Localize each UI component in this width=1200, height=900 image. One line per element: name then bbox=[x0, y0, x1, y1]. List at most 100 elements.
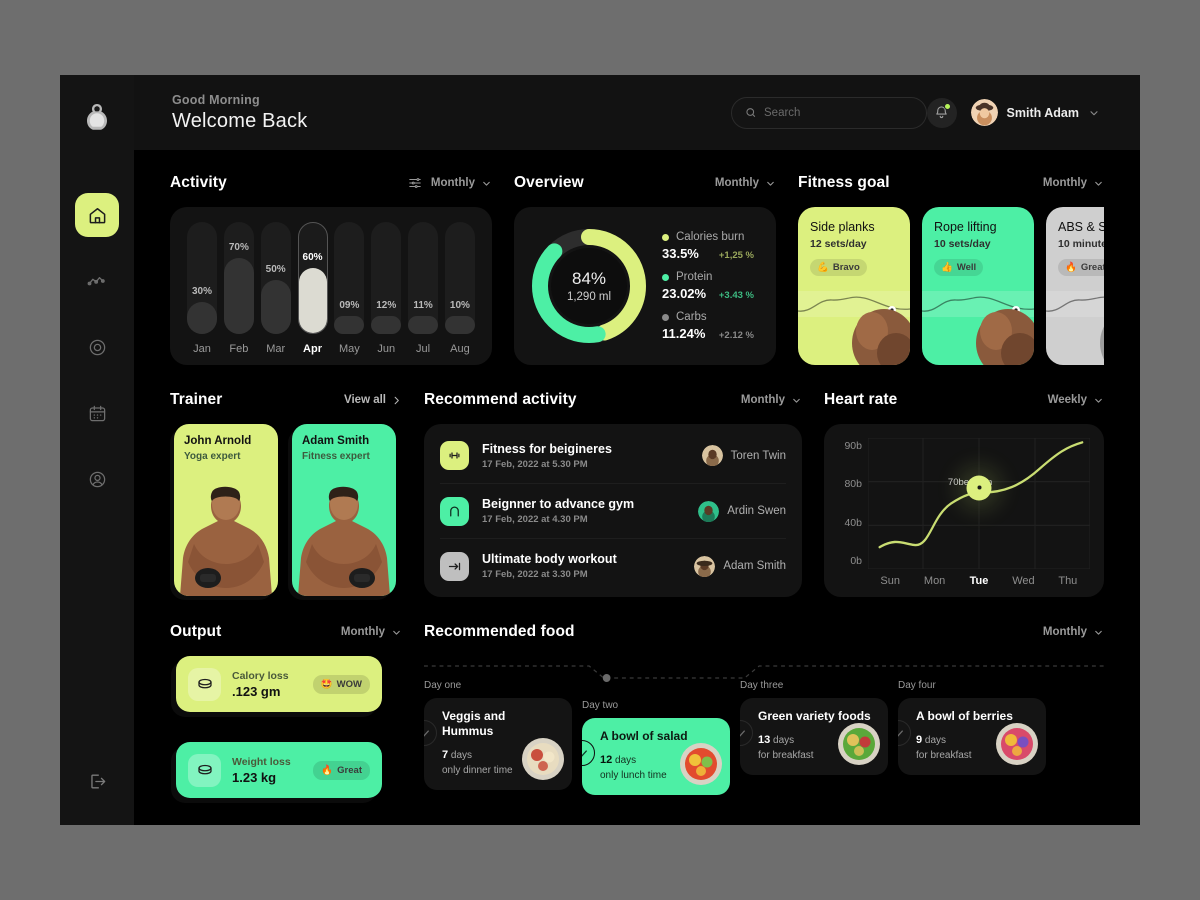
fitness-goal-card[interactable]: ABS & Stre 10 minutes/ 🔥Great bbox=[1046, 207, 1104, 365]
overview-donut-chart: 84% 1,290 ml bbox=[530, 227, 648, 345]
fire-icon: 🔥 bbox=[321, 764, 334, 776]
search-input[interactable] bbox=[764, 106, 913, 119]
activity-bar-track: 11% bbox=[408, 222, 439, 334]
sidebar-item-calendar[interactable] bbox=[75, 391, 119, 435]
food-card[interactable]: Green variety foods 13 days for breakfast bbox=[740, 698, 888, 776]
flexed-biceps-icon: 💪 bbox=[817, 262, 829, 273]
food-check-icon[interactable] bbox=[424, 720, 437, 746]
heart-rate-y-tick: 0b bbox=[850, 554, 862, 567]
food-check-icon[interactable] bbox=[898, 720, 911, 746]
activity-chart: 30% Jan 70% Feb 50% Mar 60% Apr 09% May 12% Jun 11% J… bbox=[170, 207, 492, 365]
legend-value: 33.5% bbox=[662, 246, 699, 261]
activity-title: Activity bbox=[170, 174, 227, 191]
output-card[interactable]: Calory loss .123 gm 🤩 WOW bbox=[176, 656, 382, 712]
user-menu[interactable]: Smith Adam bbox=[970, 99, 1100, 126]
activity-bar-track: 30% bbox=[187, 222, 217, 334]
greeting-small: Good Morning bbox=[172, 92, 260, 107]
goal-sets: 10 sets/day bbox=[934, 238, 991, 250]
trainer-name: John Arnold bbox=[184, 435, 252, 447]
food-column: Day four A bowl of berries 9 days for break… bbox=[898, 680, 1046, 776]
overview-period-selector[interactable]: Monthly bbox=[715, 177, 776, 189]
fitness-goal-card[interactable]: Rope lifting 10 sets/day 👍 Well bbox=[922, 207, 1034, 365]
chevron-down-icon bbox=[767, 181, 774, 186]
activity-bar-column[interactable]: 12% Jun bbox=[368, 222, 404, 355]
sidebar-item-activity[interactable] bbox=[75, 259, 119, 303]
recommend-activity-list: Fitness for beigineres 17 Feb, 2022 at 5.… bbox=[424, 424, 802, 597]
recommend-row-date: 17 Feb, 2022 at 5.30 PM bbox=[482, 458, 588, 470]
food-card[interactable]: A bowl of salad 12 days only lunch time bbox=[582, 718, 730, 796]
activity-bar-fill: 09% bbox=[334, 300, 365, 334]
activity-bar-value: 11% bbox=[413, 300, 433, 311]
output-card[interactable]: Weight loss 1.23 kg 🔥 Great bbox=[176, 742, 382, 798]
burger-icon bbox=[188, 667, 221, 701]
food-column: Day two A bowl of salad 12 days only lunch … bbox=[582, 700, 730, 796]
main-content: Activity Monthly 30% Jan 70% Feb 50% Mar… bbox=[134, 150, 1140, 825]
activity-bar-column[interactable]: 60% Apr bbox=[295, 222, 331, 355]
food-check-icon[interactable] bbox=[582, 740, 595, 766]
thumbs-up-icon: 👍 bbox=[941, 262, 953, 273]
avatar bbox=[970, 99, 998, 126]
activity-bar-track: 10% bbox=[444, 222, 475, 334]
output-name: Weight loss bbox=[232, 755, 291, 768]
donut-center: 84% 1,290 ml bbox=[551, 248, 627, 324]
output-value: 1.23 kg bbox=[232, 769, 277, 785]
heart-rate-title: Heart rate bbox=[824, 391, 898, 408]
overview-legend-item: Protein 23.02% +3.43 % bbox=[662, 271, 760, 301]
trainer-view-all[interactable]: View all bbox=[344, 394, 402, 406]
fitness-goal-card[interactable]: Side planks 12 sets/day 💪 Bravo bbox=[798, 207, 910, 365]
activity-bar-fill: 60% bbox=[298, 252, 327, 333]
bell-icon[interactable] bbox=[926, 97, 957, 128]
food-day-label: Day three bbox=[740, 680, 784, 691]
recommend-period-label: Monthly bbox=[740, 394, 785, 406]
activity-bar-column[interactable]: 10% Aug bbox=[442, 222, 478, 355]
output-period-selector[interactable]: Monthly bbox=[341, 626, 402, 638]
arrow-target-icon bbox=[440, 551, 469, 581]
activity-bar-column[interactable]: 11% Jul bbox=[405, 222, 441, 355]
activity-bar-column[interactable]: 70% Feb bbox=[221, 222, 257, 355]
recommend-activity-row[interactable]: Fitness for beigineres 17 Feb, 2022 at 5.… bbox=[440, 428, 786, 483]
heart-rate-y-tick: 80b bbox=[844, 478, 862, 491]
goal-name: ABS & Stre bbox=[1058, 220, 1104, 234]
activity-bar-column[interactable]: 30% Jan bbox=[184, 222, 220, 355]
sidebar-item-goals[interactable] bbox=[75, 325, 119, 369]
legend-name: Protein bbox=[676, 271, 713, 283]
overview-section: Overview Monthly 84% 1,290 ml Calories b… bbox=[514, 172, 776, 365]
trainer-role: Fitness expert bbox=[302, 451, 370, 462]
activity-bar-track: 60% bbox=[297, 222, 328, 334]
food-check-icon[interactable] bbox=[740, 720, 753, 746]
sliders-icon[interactable] bbox=[408, 176, 422, 190]
fitness-goal-period-selector[interactable]: Monthly bbox=[1043, 177, 1104, 189]
trainer-card[interactable]: Adam Smith Fitness expert bbox=[292, 424, 396, 596]
search-bar[interactable] bbox=[730, 96, 927, 129]
heart-rate-x-tick: Sun bbox=[880, 575, 900, 587]
legend-delta: +1,25 % bbox=[718, 250, 754, 261]
activity-bar-column[interactable]: 50% Mar bbox=[258, 222, 294, 355]
activity-bar-track: 50% bbox=[260, 222, 291, 334]
recommend-activity-row[interactable]: Beignner to advance gym 17 Feb, 2022 at 4… bbox=[440, 483, 786, 538]
food-card[interactable]: A bowl of berries 9 days for breakfast bbox=[898, 698, 1046, 776]
activity-bar-column[interactable]: 09% May bbox=[331, 222, 367, 355]
heart-rate-period-selector[interactable]: Weekly bbox=[1048, 394, 1104, 406]
heart-rate-x-tick: Tue bbox=[969, 575, 989, 587]
logout-icon[interactable] bbox=[75, 759, 119, 803]
trainer-card[interactable]: John Arnold Yoga expert bbox=[174, 424, 278, 596]
view-all-label: View all bbox=[344, 394, 386, 406]
sidebar-item-profile[interactable] bbox=[75, 457, 119, 501]
recommend-activity-row[interactable]: Ultimate body workout 17 Feb, 2022 at 3.3… bbox=[440, 538, 786, 593]
food-name: Veggis and Hummus bbox=[442, 709, 506, 738]
activity-bar-value: 12% bbox=[376, 300, 397, 311]
avatar bbox=[698, 500, 720, 522]
chevron-right-icon bbox=[394, 396, 399, 404]
food-card[interactable]: Veggis and Hummus 7 days only dinner time bbox=[424, 698, 572, 791]
activity-section: Activity Monthly 30% Jan 70% Feb 50% Mar… bbox=[170, 172, 492, 365]
burger-icon bbox=[188, 753, 221, 787]
activity-period-selector[interactable]: Monthly bbox=[431, 177, 492, 189]
recommend-activity-title: Recommend activity bbox=[424, 391, 577, 408]
heart-rate-x-tick: Wed bbox=[1012, 575, 1035, 587]
food-period-selector[interactable]: Monthly bbox=[1043, 626, 1104, 638]
recommend-row-person-name: Toren Twin bbox=[730, 449, 786, 462]
fitness-goal-title: Fitness goal bbox=[798, 174, 890, 191]
sidebar-item-home[interactable] bbox=[75, 193, 119, 237]
app-body: Good Morning Welcome Back Search Smith A… bbox=[134, 75, 1140, 825]
recommend-period-selector[interactable]: Monthly bbox=[741, 394, 802, 406]
